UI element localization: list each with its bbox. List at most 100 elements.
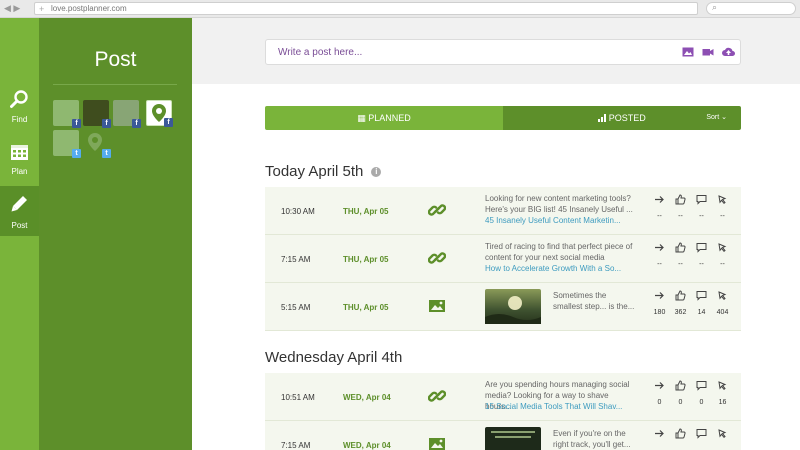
post-view-tabs: ▦ PLANNED POSTED Sort ⌄ (265, 106, 741, 130)
cloud-upload-icon[interactable] (722, 46, 735, 58)
post-time: 10:30 AM (281, 207, 315, 216)
cursor-click-icon[interactable] (717, 428, 728, 439)
account-avatar[interactable]: f (53, 100, 81, 128)
tab-posted[interactable]: POSTED Sort ⌄ (503, 106, 741, 130)
post-stats: 180 362 14 404 (649, 309, 733, 319)
arrow-right-icon[interactable] (654, 194, 665, 205)
cursor-click-icon[interactable] (717, 242, 728, 253)
address-bar-url: love.postplanner.com (51, 4, 127, 13)
post-row[interactable]: 10:30 AM THU, Apr 05 Looking for new con… (265, 187, 741, 235)
nav-item-label: Post (11, 221, 28, 230)
post-thumbnail[interactable] (485, 427, 541, 450)
thumbs-up-icon[interactable] (675, 428, 686, 439)
thumbs-up-icon[interactable] (675, 194, 686, 205)
comment-icon[interactable] (696, 290, 707, 301)
stat-value: -- (699, 261, 704, 268)
post-actions (649, 242, 733, 256)
stat-value: 404 (716, 309, 729, 316)
image-icon (429, 300, 445, 312)
stat-value: -- (720, 261, 725, 268)
post-date: THU, Apr 05 (343, 207, 389, 216)
nav-item-find[interactable]: Find (0, 82, 39, 130)
stat-value: 180 (653, 309, 666, 316)
cursor-click-icon[interactable] (717, 194, 728, 205)
post-row[interactable]: 10:51 AM WED, Apr 04 Are you spending ho… (265, 373, 741, 421)
post-link[interactable]: How to Accelerate Growth With a So... (485, 264, 637, 273)
post-text: Looking for new content marketing tools?… (485, 194, 633, 214)
stat-value: 362 (674, 309, 687, 316)
stat-value: 0 (657, 399, 662, 406)
sidebar-title: Post (94, 48, 137, 71)
thumbs-up-icon[interactable] (675, 242, 686, 253)
account-avatar[interactable]: f (83, 100, 111, 128)
post-time: 7:15 AM (281, 255, 311, 264)
sort-dropdown[interactable]: Sort ⌄ (706, 106, 727, 130)
arrow-right-icon[interactable] (654, 428, 665, 439)
comment-icon[interactable] (696, 242, 707, 253)
stat-value: -- (678, 213, 683, 220)
arrow-right-icon[interactable] (654, 242, 665, 253)
pencil-icon (11, 196, 27, 212)
cursor-click-icon[interactable] (717, 380, 728, 391)
search-icon: ⌕ (712, 2, 718, 12)
image-icon[interactable] (682, 46, 694, 58)
arrow-right-icon[interactable] (654, 380, 665, 391)
comment-icon[interactable] (696, 380, 707, 391)
image-icon (429, 438, 445, 450)
comment-icon[interactable] (696, 194, 707, 205)
post-stats: 0 0 0 16 (649, 399, 733, 409)
tab-planned[interactable]: ▦ PLANNED (265, 106, 503, 130)
road-sign-image (491, 431, 535, 438)
post-sidebar: Post f f f f t t (39, 18, 192, 450)
post-row[interactable]: 7:15 AM WED, Apr 04 Even if you're on th… (265, 421, 741, 450)
account-avatar[interactable]: t (53, 130, 81, 158)
info-icon[interactable]: i (371, 167, 382, 177)
post-text: Sometimes the smallest step... is the... (553, 291, 635, 311)
write-post-input[interactable]: Write a post here... (265, 39, 741, 65)
post-row[interactable]: 7:15 AM THU, Apr 05 Tired of racing to f… (265, 235, 741, 283)
account-avatar[interactable]: t (83, 130, 111, 158)
post-text: Even if you're on the right track, you'l… (553, 429, 631, 449)
stat-value: -- (720, 213, 725, 220)
nav-item-plan[interactable]: Plan (0, 134, 39, 182)
facebook-icon: f (72, 119, 81, 128)
post-date: WED, Apr 04 (343, 441, 391, 450)
link-icon (428, 204, 446, 216)
comment-icon[interactable] (696, 428, 707, 439)
nav-item-post[interactable]: Post (0, 186, 39, 236)
day-title: Today April 5th (265, 163, 364, 180)
cursor-click-icon[interactable] (717, 290, 728, 301)
day-title: Wednesday April 4th (265, 349, 403, 366)
post-time: 10:51 AM (281, 393, 315, 402)
twitter-icon: t (102, 149, 111, 158)
post-thumbnail[interactable] (485, 289, 541, 324)
stat-value: 16 (718, 399, 727, 406)
link-icon (428, 390, 446, 402)
account-avatar[interactable]: f (113, 100, 141, 128)
day-header: Wednesday April 4th (265, 349, 402, 366)
post-link[interactable]: 15 Social Media Tools That Will Shav... (485, 402, 637, 411)
post-stats: -- -- -- -- (649, 213, 733, 223)
sort-label: Sort (706, 114, 720, 121)
day-header: Today April 5th i (265, 163, 382, 180)
twitter-icon: t (72, 149, 81, 158)
account-avatar-selected[interactable]: f (146, 100, 173, 127)
thumbs-up-icon[interactable] (675, 380, 686, 391)
post-link[interactable]: 45 Insanely Useful Content Marketin... (485, 216, 637, 225)
stat-value: 14 (697, 309, 706, 316)
grid-icon: ▦ (357, 113, 366, 123)
post-row[interactable]: 5:15 AM THU, Apr 05 Sometimes the smalle… (265, 283, 741, 331)
video-icon[interactable] (702, 46, 714, 58)
arrow-right-icon[interactable] (654, 290, 665, 301)
browser-nav-arrows[interactable]: ◀ ▶ (4, 3, 20, 14)
thumbs-up-icon[interactable] (675, 290, 686, 301)
stat-value: 0 (678, 399, 683, 406)
facebook-icon: f (132, 119, 141, 128)
bar-chart-icon (598, 114, 607, 122)
address-bar[interactable]: + love.postplanner.com (34, 2, 698, 15)
calendar-icon (11, 145, 28, 160)
browser-search-field[interactable]: ⌕ (706, 2, 796, 15)
stat-value: 0 (699, 399, 704, 406)
post-stats: -- -- -- -- (649, 261, 733, 271)
post-actions (649, 380, 733, 394)
